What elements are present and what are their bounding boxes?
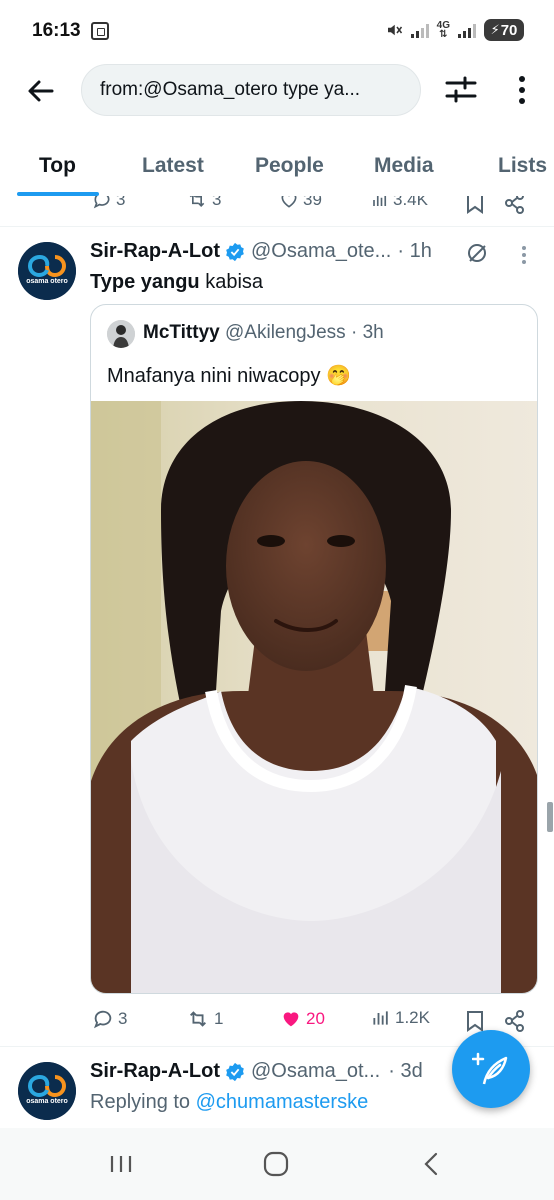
more-options-icon[interactable] bbox=[512, 74, 532, 106]
retweet-icon bbox=[189, 196, 205, 208]
heart-icon bbox=[281, 196, 297, 208]
prev-like-button[interactable]: 39 bbox=[279, 196, 322, 210]
tweet-text-rest: kabisa bbox=[199, 271, 264, 293]
avatar[interactable]: osama otero bbox=[18, 1062, 76, 1120]
osama-otero-logo bbox=[18, 242, 76, 300]
quoted-author-handle[interactable]: @AkilengJess bbox=[225, 322, 346, 343]
reply-icon bbox=[93, 1010, 112, 1029]
quoted-tweet-time: · 3h bbox=[350, 322, 384, 343]
verified-badge-icon bbox=[226, 242, 244, 261]
like-button[interactable]: 20 bbox=[280, 1008, 325, 1030]
tweet-header: Sir-Rap-A-Lot @Osama_ote... · 1h bbox=[90, 240, 432, 263]
author-handle[interactable]: @Osama_ote... bbox=[251, 240, 391, 263]
heart-filled-icon bbox=[283, 1012, 299, 1027]
compose-button[interactable] bbox=[452, 1030, 530, 1108]
retweet-icon bbox=[190, 1011, 206, 1027]
back-arrow-icon[interactable] bbox=[24, 74, 58, 108]
divider bbox=[0, 226, 554, 227]
author-handle[interactable]: @Osama_ot... bbox=[251, 1060, 380, 1083]
recent-apps-icon[interactable] bbox=[107, 1150, 135, 1178]
quoted-header: McTittyy @AkilengJess · 3h bbox=[143, 322, 384, 344]
screenshot-icon bbox=[91, 22, 109, 40]
verified-badge-icon bbox=[226, 1062, 244, 1081]
replying-to: Replying to @chumamasterske bbox=[90, 1091, 368, 1114]
status-time: 16:13 bbox=[32, 20, 81, 41]
author-name[interactable]: Sir-Rap-A-Lot bbox=[90, 1060, 220, 1083]
reply-icon bbox=[93, 196, 110, 209]
prev-like-count: 39 bbox=[303, 196, 322, 209]
bookmark-icon[interactable] bbox=[466, 1010, 484, 1032]
search-input[interactable]: from:@Osama_otero type ya... bbox=[81, 64, 421, 116]
grok-icon[interactable] bbox=[466, 242, 488, 264]
tweet-time: · 1h bbox=[397, 240, 432, 262]
search-query: from:@Osama_otero type ya... bbox=[100, 79, 361, 100]
avatar-text: osama otero bbox=[26, 1098, 68, 1105]
scrollbar[interactable] bbox=[547, 802, 553, 832]
replying-prefix: Replying to bbox=[90, 1091, 196, 1113]
quoted-tweet-text: Mnafanya nini niwacopy 🤭 bbox=[107, 365, 351, 387]
quoted-author-name[interactable]: McTittyy bbox=[143, 322, 220, 343]
share-icon[interactable] bbox=[505, 1010, 525, 1032]
status-bar: 16:13 4G ⇅ ⚡ 70 bbox=[0, 0, 554, 62]
reply-count: 3 bbox=[118, 1009, 128, 1028]
mute-icon bbox=[387, 24, 402, 36]
home-icon[interactable] bbox=[262, 1150, 290, 1178]
author-name[interactable]: Sir-Rap-A-Lot bbox=[90, 240, 220, 263]
reply-button[interactable]: 3 bbox=[92, 1008, 127, 1030]
tweet-header: Sir-Rap-A-Lot @Osama_ot... · 3d bbox=[90, 1060, 423, 1083]
retweet-button[interactable]: 1 bbox=[186, 1008, 223, 1030]
replying-to-link[interactable]: @chumamasterske bbox=[196, 1091, 369, 1113]
tab-top[interactable]: Top bbox=[39, 154, 76, 178]
views-icon bbox=[373, 196, 387, 206]
network-type: 4G ⇅ bbox=[436, 20, 450, 40]
prev-reply-count: 3 bbox=[116, 196, 126, 209]
tweet-time: · 3d bbox=[388, 1060, 423, 1082]
views-button[interactable]: 1.2K bbox=[371, 1008, 430, 1028]
quoted-tweet[interactable]: McTittyy @AkilengJess · 3h Mnafanya nini… bbox=[90, 304, 538, 994]
share-icon[interactable] bbox=[505, 196, 525, 214]
tweet-actions: 3 1 20 1.2K bbox=[0, 1008, 554, 1038]
views-icon bbox=[373, 1011, 388, 1025]
prev-views[interactable]: 3.4K bbox=[371, 196, 428, 210]
quoted-avatar[interactable] bbox=[107, 320, 135, 348]
battery-indicator: ⚡ 70 bbox=[484, 19, 524, 41]
charging-icon: ⚡ bbox=[490, 22, 500, 37]
quoted-photo[interactable] bbox=[91, 401, 537, 993]
back-icon[interactable] bbox=[417, 1150, 445, 1178]
status-icons: 4G ⇅ ⚡ 70 bbox=[385, 19, 524, 41]
tab-lists[interactable]: Lists bbox=[498, 154, 547, 178]
search-tabs: Top Latest People Media Lists bbox=[0, 140, 554, 196]
tweet-more-icon[interactable] bbox=[520, 245, 528, 265]
battery-level: 70 bbox=[500, 21, 518, 39]
tab-media[interactable]: Media bbox=[374, 154, 434, 178]
tab-people[interactable]: People bbox=[255, 154, 324, 178]
previous-tweet-actions: 3 3 39 3.4K bbox=[0, 196, 554, 218]
bookmark-icon[interactable] bbox=[466, 196, 484, 214]
prev-reply-button[interactable]: 3 bbox=[92, 196, 125, 210]
retweet-count: 1 bbox=[214, 1009, 224, 1028]
view-count: 1.2K bbox=[395, 1008, 430, 1027]
compose-feather-icon bbox=[472, 1052, 508, 1085]
signal-icon-2 bbox=[458, 22, 476, 38]
signal-icon bbox=[410, 22, 429, 38]
prev-retweet-button[interactable]: 3 bbox=[186, 196, 221, 210]
system-nav-bar bbox=[0, 1128, 554, 1200]
tweet-text: Type yangu kabisa bbox=[90, 271, 263, 294]
prev-retweet-count: 3 bbox=[212, 196, 222, 209]
avatar[interactable]: osama otero bbox=[18, 242, 76, 300]
prev-view-count: 3.4K bbox=[393, 196, 428, 209]
like-count: 20 bbox=[306, 1009, 325, 1028]
tweet-text-bold: Type yangu bbox=[90, 271, 200, 293]
selfie-photo bbox=[91, 401, 537, 993]
avatar-text: osama otero bbox=[26, 278, 68, 285]
osama-otero-logo bbox=[18, 1062, 76, 1120]
filter-icon[interactable] bbox=[444, 74, 478, 106]
tab-latest[interactable]: Latest bbox=[142, 154, 204, 178]
